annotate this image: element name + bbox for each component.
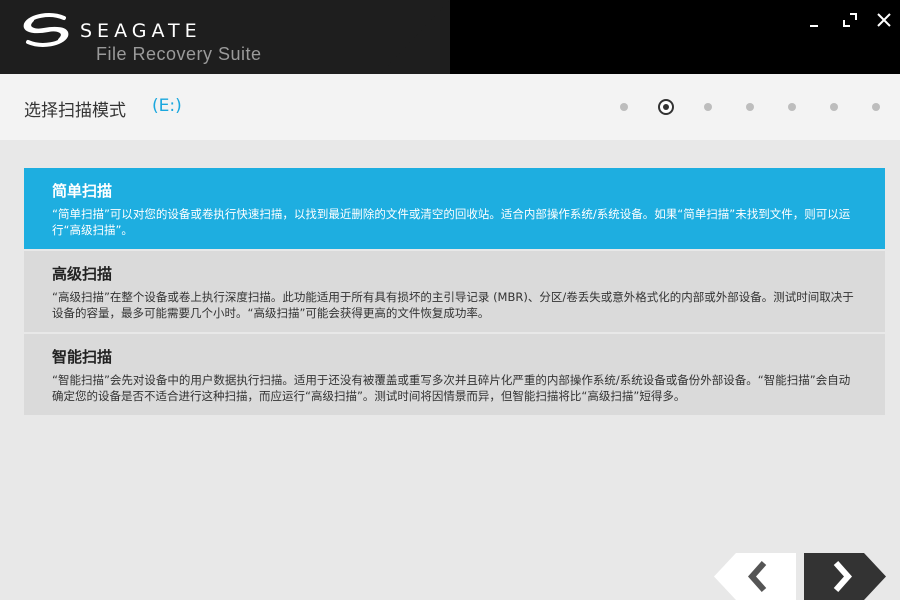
- option-description: “高级扫描”在整个设备或卷上执行深度扫描。此功能适用于所有具有损坏的主引导记录 …: [52, 290, 854, 320]
- step-indicator: [612, 96, 892, 118]
- close-icon: [877, 13, 891, 27]
- brand-name: SEAGATE: [80, 20, 202, 42]
- step-dot: [872, 103, 880, 111]
- step-dot: [788, 103, 796, 111]
- minimize-button[interactable]: [804, 8, 828, 32]
- seagate-logo-icon: [23, 13, 69, 47]
- option-title: 智能扫描: [52, 348, 113, 366]
- chevron-right-icon: [804, 553, 886, 600]
- step-dot: [830, 103, 838, 111]
- next-button[interactable]: [804, 553, 886, 600]
- app-subtitle: File Recovery Suite: [96, 44, 262, 64]
- header-shade-angle: [380, 0, 450, 74]
- option-title: 简单扫描: [52, 182, 113, 200]
- option-description: “简单扫描”可以对您的设备或卷执行快速扫描，以找到最近删除的文件或清空的回收站。…: [52, 207, 851, 237]
- restore-icon: [843, 13, 857, 27]
- option-description: “智能扫描”会先对设备中的用户数据执行扫描。适用于还没有被覆盖或重写多次并且碎片…: [52, 373, 851, 403]
- maximize-button[interactable]: [838, 8, 862, 32]
- minimize-icon: [810, 25, 818, 27]
- option-title: 高级扫描: [52, 265, 113, 283]
- close-button[interactable]: [872, 8, 896, 32]
- step-dot-active: [658, 99, 674, 115]
- option-advanced-scan[interactable]: 高级扫描 “高级扫描”在整个设备或卷上执行深度扫描。此功能适用于所有具有损坏的主…: [24, 251, 885, 332]
- back-button[interactable]: [714, 553, 796, 600]
- step-dot: [620, 103, 628, 111]
- page-header: 选择扫描模式 (E:): [0, 74, 900, 140]
- title-bar: SEAGATE File Recovery Suite: [0, 0, 900, 74]
- chevron-left-icon: [714, 553, 796, 600]
- option-smart-scan[interactable]: 智能扫描 “智能扫描”会先对设备中的用户数据执行扫描。适用于还没有被覆盖或重写多…: [24, 334, 885, 415]
- drive-label: (E:): [152, 96, 182, 116]
- page-title: 选择扫描模式: [24, 101, 126, 121]
- step-dot: [704, 103, 712, 111]
- option-simple-scan[interactable]: 简单扫描 “简单扫描”可以对您的设备或卷执行快速扫描，以找到最近删除的文件或清空…: [24, 168, 885, 249]
- step-dot: [746, 103, 754, 111]
